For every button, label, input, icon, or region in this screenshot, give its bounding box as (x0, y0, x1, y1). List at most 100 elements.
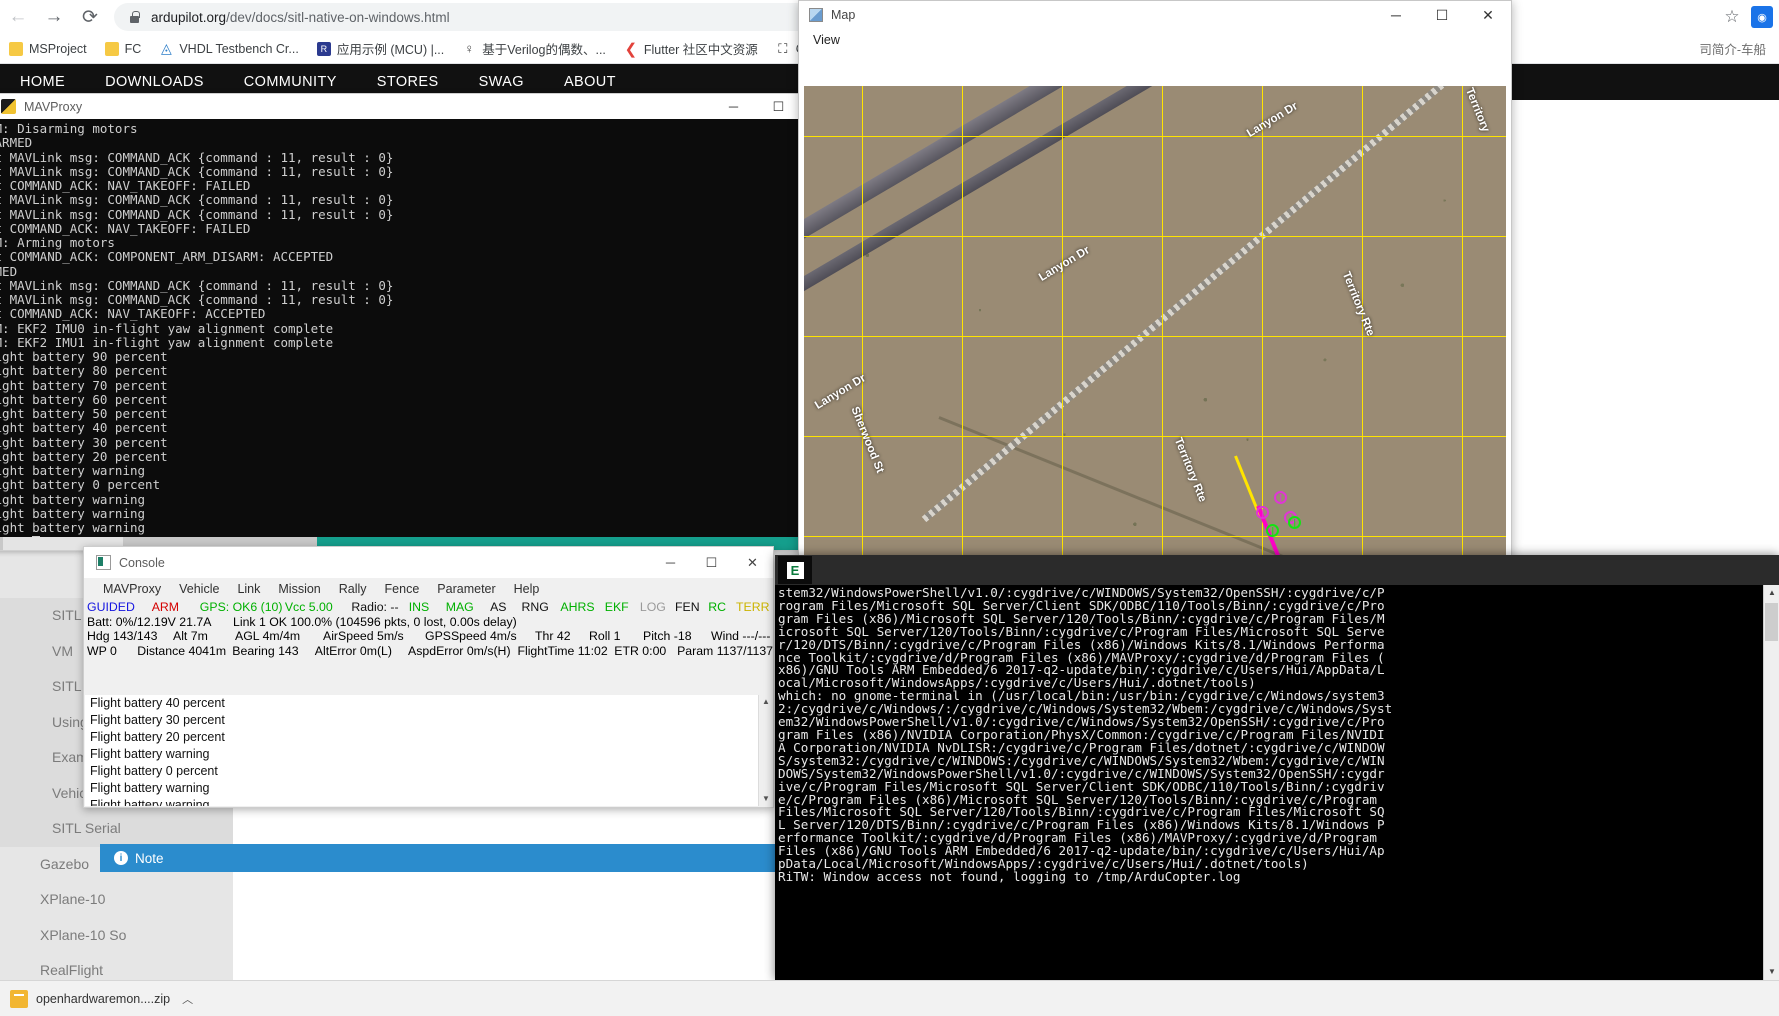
mavproxy-terminal-window[interactable]: MAVProxy ─ ☐ PM: Disarming motors SARMED… (0, 93, 803, 551)
terminal-line: RiTW: Window access not found, logging t… (778, 868, 1241, 884)
sidebar-item[interactable]: XPlane-10 So (0, 918, 233, 954)
menu-rally[interactable]: Rally (330, 582, 376, 596)
bookmark-star-icon[interactable]: ☆ (1717, 2, 1747, 32)
status-fen[interactable]: FEN (675, 600, 708, 614)
home-marker[interactable] (1266, 524, 1279, 537)
bookmark-item[interactable]: ♀ 基于Verilog的偶数、... (453, 36, 615, 62)
bookmark-item[interactable]: ❮ Flutter 社区中文资源 (615, 36, 767, 62)
status-rng[interactable]: RNG (522, 600, 561, 614)
maximize-button[interactable]: ☐ (691, 547, 732, 578)
vhdl-icon: ◬ (160, 40, 172, 56)
menu-view[interactable]: View (813, 33, 840, 47)
status-rc[interactable]: RC (708, 600, 736, 614)
nav-swag[interactable]: SWAG (459, 74, 544, 90)
scroll-down-icon[interactable]: ▼ (759, 792, 772, 806)
bookmark-item[interactable]: FC (96, 36, 151, 62)
status-as[interactable]: AS (490, 600, 521, 614)
close-button[interactable]: ✕ (1465, 1, 1511, 29)
bookmark-label: 应用示例 (MCU) |... (336, 43, 445, 57)
bookmark-item[interactable]: ◬ VHDL Testbench Cr... (150, 36, 308, 62)
scroll-up-icon[interactable]: ▲ (759, 695, 772, 709)
scrollbar-thumb[interactable] (1765, 603, 1778, 641)
minimize-button[interactable]: ─ (1373, 1, 1419, 29)
status-alterror: AltError 0m(L) (314, 643, 392, 658)
map-window[interactable]: Map ─ ☐ ✕ View Lanyon Dr Lanyon Dr Lanyo… (798, 0, 1512, 593)
status-mode[interactable]: GUIDED (87, 600, 152, 614)
status-airspeed: AirSpeed 5m/s (323, 629, 404, 644)
reload-icon[interactable]: ⟳ (72, 2, 108, 32)
sidebar-item[interactable]: XPlane-10 (0, 882, 233, 918)
status-pitch: Pitch -18 (643, 629, 692, 644)
menu-mavproxy[interactable]: MAVProxy (94, 582, 170, 596)
sidebar-item[interactable]: SITL Serial (0, 811, 233, 847)
menu-fence[interactable]: Fence (376, 582, 429, 596)
status-row-2: Batt: 0%/12.19V 21.7A Link 1 OK 100.0% (… (87, 615, 773, 630)
scroll-up-icon[interactable]: ▲ (1764, 585, 1779, 601)
terminal-line: ot MAVLink msg: COMMAND_ACK {command : 1… (0, 163, 394, 179)
log-line: Flight battery warning (90, 781, 210, 795)
menu-help[interactable]: Help (505, 582, 549, 596)
back-icon[interactable]: ← (0, 2, 36, 32)
extension-icon[interactable]: ◉ (1751, 6, 1773, 28)
close-button[interactable]: ✕ (732, 547, 773, 578)
chevron-up-icon[interactable]: ︿ (182, 991, 193, 1007)
forward-icon[interactable]: → (36, 2, 72, 32)
waypoint-marker[interactable] (1256, 506, 1269, 519)
satellite-imagery[interactable]: Lanyon Dr Lanyon Dr Lanyon Dr Territory … (804, 86, 1506, 582)
nav-community[interactable]: COMMUNITY (224, 74, 357, 90)
status-vcc[interactable]: Vcc 5.00 (285, 600, 352, 614)
bookmark-overflow-label[interactable]: 司简介-车船 (1690, 36, 1775, 62)
minimize-button[interactable]: ─ (711, 94, 756, 119)
console-scrollbar[interactable]: ▲ ▼ (758, 695, 772, 806)
flutter-icon: ❮ (624, 40, 638, 58)
nav-downloads[interactable]: DOWNLOADS (85, 74, 224, 90)
terminal-line: light battery 0 percent (0, 477, 161, 493)
minimize-button[interactable]: ─ (650, 547, 691, 578)
waypoint-marker[interactable] (1274, 491, 1287, 504)
grid-line-vertical (862, 86, 863, 582)
mavproxy-icon (1, 99, 16, 114)
vehicle-marker[interactable] (1288, 516, 1301, 529)
status-arm[interactable]: ARM (152, 600, 200, 614)
nav-about[interactable]: ABOUT (544, 74, 636, 90)
grid-line-horizontal (804, 236, 1506, 237)
status-alt: Alt 7m (173, 629, 208, 644)
console-titlebar[interactable]: Console ─ ☐ ✕ (84, 547, 773, 578)
verilog-icon: ♀ (464, 41, 475, 56)
maximize-button[interactable]: ☐ (1419, 1, 1465, 29)
cygwin-terminal-window[interactable]: E stem32/WindowsPowerShell/v1.0/:cygdriv… (775, 555, 1779, 980)
nav-home[interactable]: HOME (0, 74, 85, 90)
lock-icon (128, 10, 141, 24)
bookmark-item[interactable]: R 应用示例 (MCU) |... (308, 36, 453, 62)
log-line: Flight battery warning (90, 747, 210, 761)
status-gps[interactable]: GPS: OK6 (10) (200, 600, 285, 614)
menu-vehicle[interactable]: Vehicle (170, 582, 228, 596)
menu-parameter[interactable]: Parameter (428, 582, 504, 596)
status-terr[interactable]: TERR (736, 600, 773, 614)
terminal-tab[interactable]: E (778, 556, 812, 584)
map-window-buttons: ─ ☐ ✕ (1373, 1, 1511, 29)
status-radio[interactable]: Radio: -- (351, 600, 408, 614)
status-mag[interactable]: MAG (446, 600, 490, 614)
map-canvas[interactable]: Lanyon Dr Lanyon Dr Lanyon Dr Territory … (804, 51, 1506, 582)
cygwin-scrollbar[interactable]: ▲ ▼ (1763, 585, 1779, 980)
maximize-button[interactable]: ☐ (756, 94, 801, 119)
status-ahrs[interactable]: AHRS (560, 600, 604, 614)
terminal-line: ot MAVLink msg: COMMAND_ACK {command : 1… (0, 192, 394, 208)
status-ekf[interactable]: EKF (605, 600, 640, 614)
mavproxy-console-window[interactable]: Console ─ ☐ ✕ MAVProxy Vehicle Link Miss… (83, 546, 774, 808)
mavproxy-titlebar[interactable]: MAVProxy ─ ☐ (0, 94, 801, 119)
nav-stores[interactable]: STORES (357, 74, 459, 90)
menu-link[interactable]: Link (228, 582, 269, 596)
status-log[interactable]: LOG (640, 600, 675, 614)
menu-mission[interactable]: Mission (269, 582, 329, 596)
terminal-line: light battery 30 percent (0, 434, 168, 450)
bookmark-item[interactable]: MSProject (0, 36, 96, 62)
grid-line-vertical (1062, 86, 1063, 582)
grid-line-vertical (962, 86, 963, 582)
status-ins[interactable]: INS (409, 600, 446, 614)
console-message-log[interactable]: Flight battery 40 percent Flight battery… (85, 695, 772, 806)
map-titlebar[interactable]: Map ─ ☐ ✕ (799, 1, 1511, 29)
download-item[interactable]: openhardwaremon....zip ︿ (10, 989, 193, 1008)
scroll-down-icon[interactable]: ▼ (1764, 964, 1779, 980)
